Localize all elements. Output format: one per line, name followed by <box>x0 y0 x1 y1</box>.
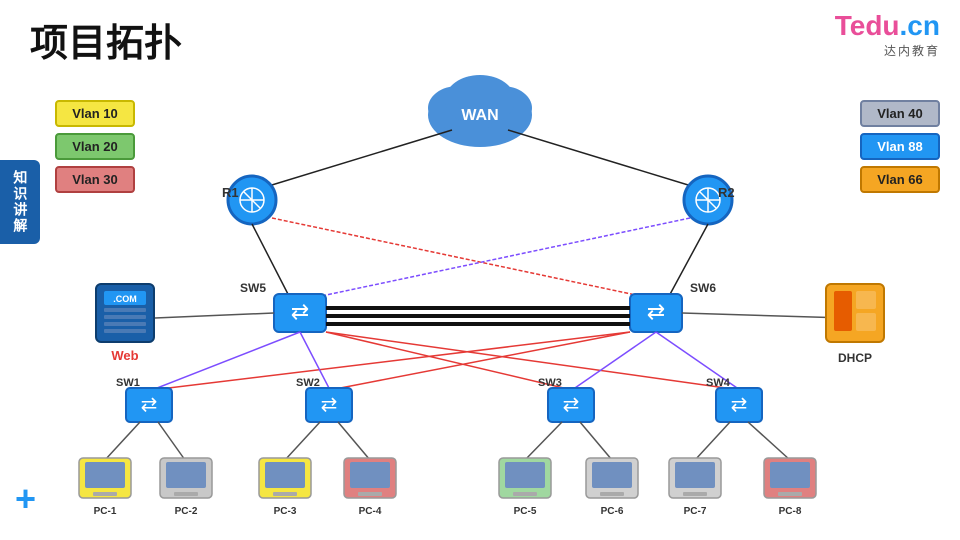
svg-text:SW2: SW2 <box>296 377 320 389</box>
svg-text:PC-6: PC-6 <box>601 506 624 517</box>
svg-text:⇄: ⇄ <box>141 394 158 416</box>
sidebar-label: 知识讲解 <box>12 170 29 234</box>
svg-text:PC-2: PC-2 <box>175 506 198 517</box>
svg-text:⇄: ⇄ <box>321 394 338 416</box>
svg-text:⇄: ⇄ <box>731 394 748 416</box>
logo-brand: Tedu.cn <box>835 10 940 42</box>
svg-text:SW6: SW6 <box>690 281 716 295</box>
svg-text:SW4: SW4 <box>706 377 731 389</box>
svg-text:R1: R1 <box>222 185 239 200</box>
page-title: 项目拓扑 <box>30 12 182 67</box>
svg-text:⇄: ⇄ <box>563 394 580 416</box>
svg-text:PC-3: PC-3 <box>274 506 297 517</box>
svg-text:PC-7: PC-7 <box>684 506 707 517</box>
svg-text:Web: Web <box>111 348 138 363</box>
logo-sub: 达内教育 <box>884 42 940 59</box>
vlan-left-group: Vlan 10 Vlan 20 Vlan 30 <box>55 100 135 193</box>
svg-text:SW1: SW1 <box>116 377 140 389</box>
svg-text:PC-5: PC-5 <box>514 506 537 517</box>
svg-text:SW5: SW5 <box>240 281 266 295</box>
svg-text:⇄: ⇄ <box>647 299 665 324</box>
vlan-20-badge: Vlan 20 <box>55 133 135 160</box>
svg-text:⇄: ⇄ <box>291 299 309 324</box>
vlan-10-badge: Vlan 10 <box>55 100 135 127</box>
plus-icon: + <box>15 478 36 520</box>
svg-text:PC-4: PC-4 <box>359 506 382 517</box>
vlan-66-badge: Vlan 66 <box>860 166 940 193</box>
vlan-40-badge: Vlan 40 <box>860 100 940 127</box>
svg-text:WAN: WAN <box>461 107 498 124</box>
vlan-right-group: Vlan 40 Vlan 88 Vlan 66 <box>860 100 940 193</box>
network-diagram: WAN R1 R2 ⇄ SW5 ⇄ SW6 <box>0 0 960 540</box>
svg-text:R2: R2 <box>718 185 735 200</box>
knowledge-sidebar: 知识讲解 <box>0 160 40 244</box>
svg-text:PC-1: PC-1 <box>94 506 117 517</box>
svg-text:.COM: .COM <box>113 294 137 304</box>
vlan-30-badge: Vlan 30 <box>55 166 135 193</box>
svg-text:DHCP: DHCP <box>838 351 872 365</box>
vlan-88-badge: Vlan 88 <box>860 133 940 160</box>
svg-text:SW3: SW3 <box>538 377 562 389</box>
logo: Tedu.cn 达内教育 <box>835 10 940 59</box>
svg-text:PC-8: PC-8 <box>779 506 802 517</box>
